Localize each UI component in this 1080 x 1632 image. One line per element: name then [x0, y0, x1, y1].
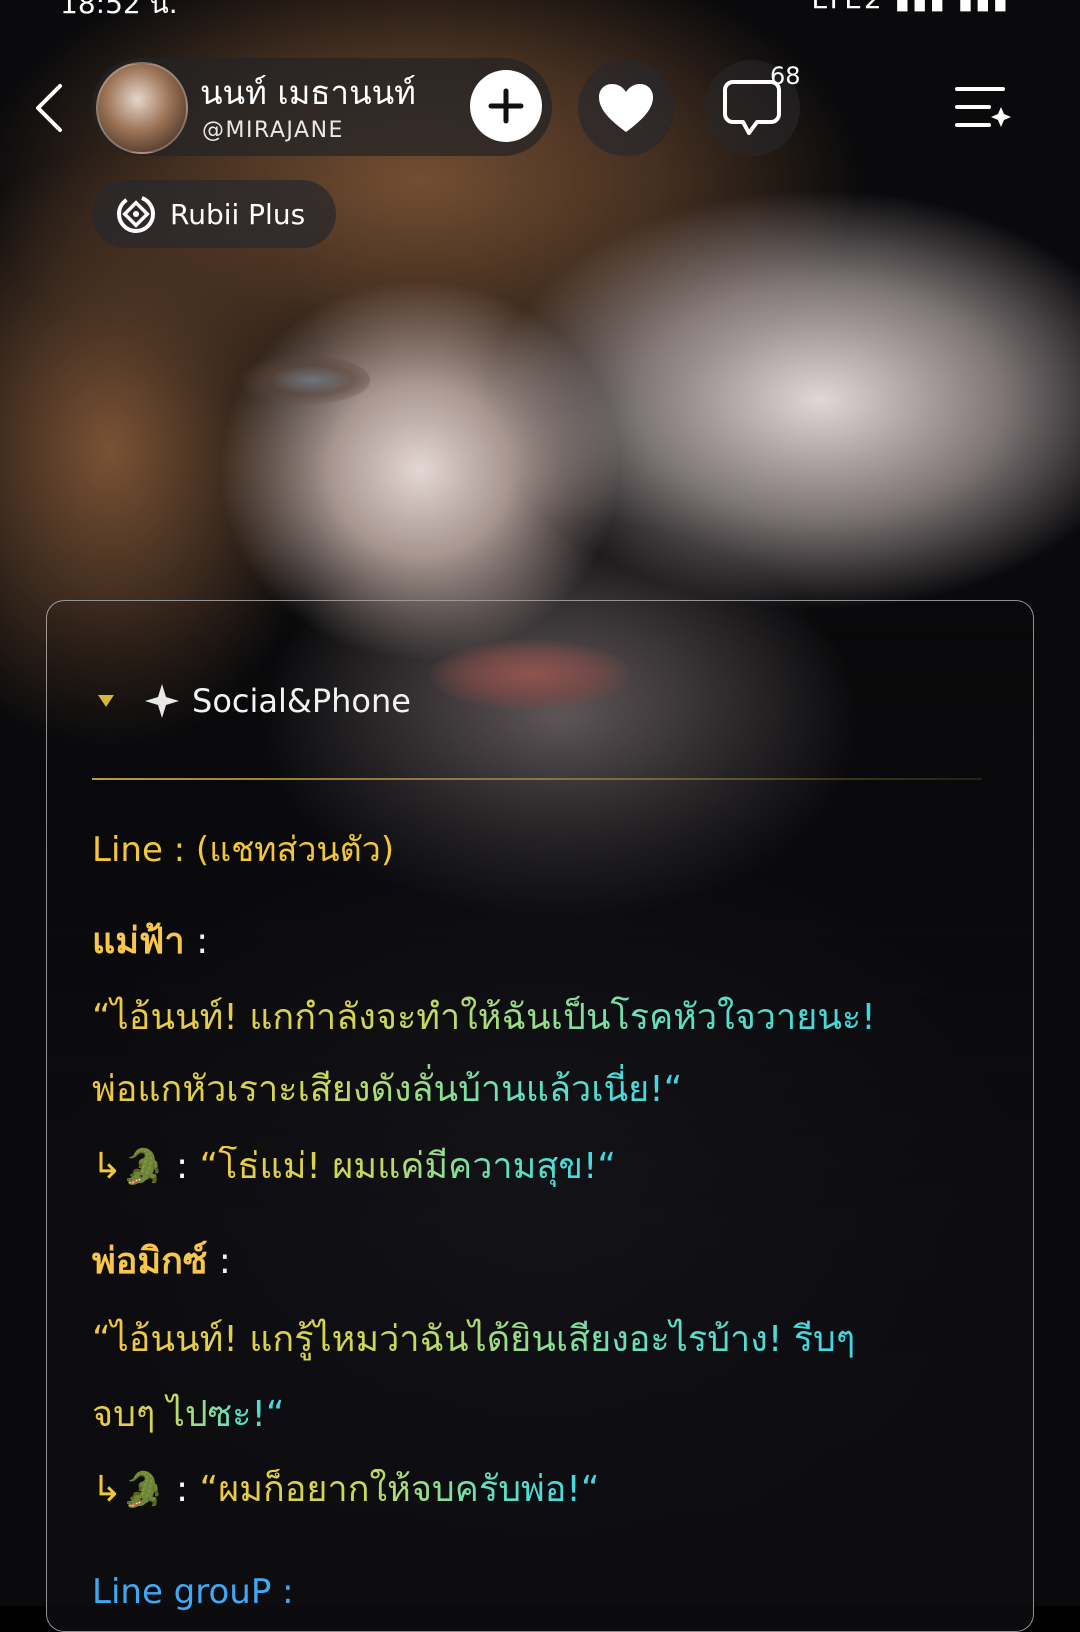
creator-handle[interactable]: @MIRAJANE — [202, 118, 344, 143]
reply-colon: : — [164, 1146, 200, 1187]
heart-icon — [599, 84, 653, 132]
sender-name-text: แม่ฟ้า — [92, 921, 185, 962]
caret-down-icon — [98, 695, 114, 707]
message-quote-line: “ไอ้นนท์! แกรู้ไหมว่าฉันได้ยินเสียงอะไรบ… — [92, 1310, 855, 1367]
chevron-left-icon — [36, 84, 62, 132]
sender-name: พ่อมิกซ์ : — [92, 1232, 231, 1289]
character-name: นนท์ เมธานนท์ — [200, 73, 416, 112]
rubii-plus-badge[interactable]: Rubii Plus — [92, 180, 336, 248]
back-button[interactable] — [24, 78, 74, 138]
message-quote-line: จบๆ ไปซะ!“ — [92, 1385, 285, 1442]
plus-icon — [488, 88, 524, 124]
rubii-plus-icon — [114, 192, 158, 236]
reply-colon: : — [164, 1469, 200, 1510]
avatar[interactable] — [96, 62, 188, 154]
section-toggle[interactable]: Social&Phone — [96, 682, 411, 720]
section-divider — [92, 778, 982, 780]
status-time: 18:52 น. — [60, 0, 178, 16]
message-quote-line: “ไอ้นนท์! แกกำลังจะทำให้ฉันเป็นโรคหัวใจว… — [92, 988, 876, 1045]
comment-count: 68 — [770, 62, 801, 90]
reply-line: ↳🐊 : “โธ่แม่! ผมแค่มีความสุข!“ — [92, 1137, 616, 1194]
reply-text: “โธ่แม่! ผมแค่มีความสุข!“ — [199, 1146, 617, 1187]
like-button[interactable] — [578, 60, 674, 156]
section-title: Social&Phone — [192, 682, 411, 720]
rubii-plus-label: Rubii Plus — [170, 197, 306, 231]
sender-name-text: พ่อมิกซ์ — [92, 1241, 208, 1282]
reply-line: ↳🐊 : “ผมก็อยากให้จบครับพ่อ!“ — [92, 1460, 600, 1517]
crocodile-icon: 🐊 — [122, 1147, 165, 1187]
line-private-heading: Line : (แชทส่วนตัว) — [92, 830, 395, 870]
line-group-heading: Line grouP : — [92, 1572, 294, 1612]
portrait-eye-shading — [240, 355, 370, 405]
sender-colon: : — [207, 1241, 231, 1282]
sparkle-icon — [145, 684, 179, 718]
status-indicators: LTE2 ▮▮▮ ▮▮▮ — [811, 0, 1010, 15]
reply-arrow-icon: ↳ — [92, 1146, 123, 1187]
status-bar: 18:52 น. LTE2 ▮▮▮ ▮▮▮ — [0, 0, 1080, 16]
reply-text: “ผมก็อยากให้จบครับพ่อ!“ — [199, 1469, 600, 1510]
message-quote-line: พ่อแกหัวเราะเสียงดังลั่นบ้านแล้วเนี่ย!“ — [92, 1060, 682, 1117]
menu-sparkle-icon — [955, 87, 1011, 127]
sender-colon: : — [184, 921, 209, 962]
menu-button[interactable] — [950, 80, 1014, 136]
reply-arrow-icon: ↳ — [92, 1469, 123, 1510]
sender-name: แม่ฟ้า : — [92, 912, 208, 969]
crocodile-icon: 🐊 — [122, 1470, 165, 1510]
follow-button[interactable] — [470, 70, 542, 142]
